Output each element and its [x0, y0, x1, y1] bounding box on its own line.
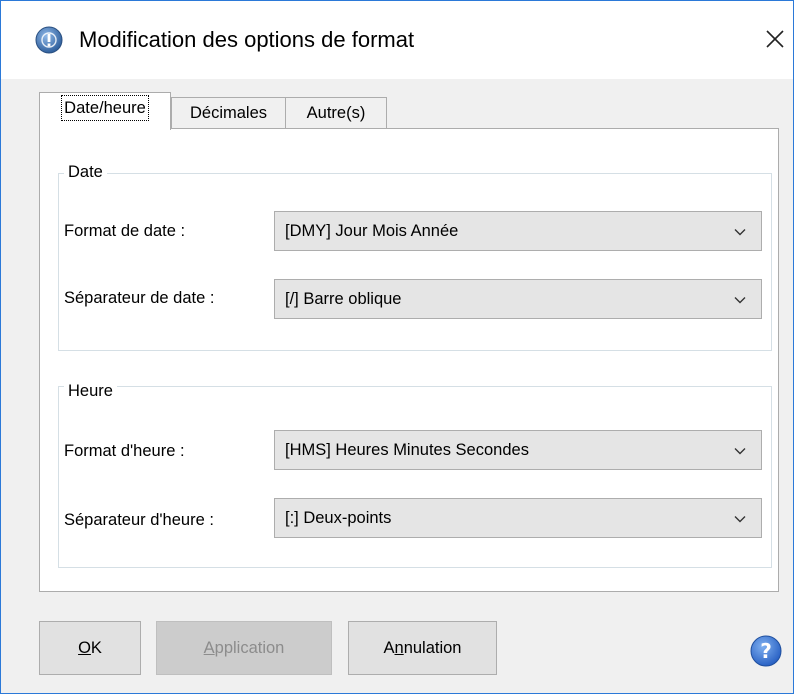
- cancel-mnemonic: n: [394, 639, 404, 657]
- apply-label-rest: pplication: [214, 639, 285, 657]
- help-button[interactable]: ?: [749, 634, 783, 668]
- title-bar: Modification des options de format: [1, 1, 793, 79]
- ok-label-rest: K: [90, 639, 102, 657]
- chevron-down-icon: [734, 448, 746, 455]
- help-icon: ?: [750, 635, 782, 667]
- time-group-title: Heure: [64, 380, 117, 402]
- tab-label: Décimales: [189, 104, 268, 122]
- cancel-button[interactable]: Annulation: [348, 621, 497, 675]
- tab-panel-date-heure: Date Format de date : [DMY] Jour Mois An…: [39, 128, 779, 592]
- svg-text:?: ?: [760, 639, 772, 663]
- tab-decimales[interactable]: Décimales: [171, 97, 286, 129]
- time-separator-select[interactable]: [:] Deux-points: [274, 498, 762, 538]
- time-group: [58, 386, 772, 568]
- time-format-select[interactable]: [HMS] Heures Minutes Secondes: [274, 430, 762, 470]
- date-format-value: [DMY] Jour Mois Année: [285, 222, 459, 240]
- ok-button[interactable]: OK: [39, 621, 141, 675]
- date-group-title: Date: [64, 161, 107, 183]
- time-format-value: [HMS] Heures Minutes Secondes: [285, 441, 529, 459]
- chevron-down-icon: [734, 229, 746, 236]
- tab-label: Autre(s): [306, 104, 366, 122]
- tab-label: Date/heure: [61, 95, 149, 121]
- date-separator-value: [/] Barre oblique: [285, 290, 402, 308]
- close-button[interactable]: [753, 17, 793, 61]
- cancel-label-rest: nulation: [403, 639, 462, 657]
- date-separator-label: Séparateur de date :: [64, 289, 215, 307]
- time-separator-label: Séparateur d'heure :: [64, 511, 214, 529]
- date-group: [58, 173, 772, 351]
- cancel-label-first: A: [383, 639, 395, 657]
- chevron-down-icon: [734, 297, 746, 304]
- date-format-label: Format de date :: [64, 222, 186, 240]
- app-icon: [35, 26, 63, 54]
- ok-mnemonic: O: [78, 639, 91, 657]
- tab-autres[interactable]: Autre(s): [285, 97, 387, 129]
- time-separator-value: [:] Deux-points: [285, 509, 392, 527]
- date-format-select[interactable]: [DMY] Jour Mois Année: [274, 211, 762, 251]
- tab-date-heure[interactable]: Date/heure: [39, 92, 171, 130]
- dialog-window: Modification des options de format Date/…: [0, 0, 794, 694]
- window-title: Modification des options de format: [79, 27, 415, 52]
- apply-mnemonic: A: [203, 639, 215, 657]
- chevron-down-icon: [734, 516, 746, 523]
- apply-button[interactable]: Application: [156, 621, 332, 675]
- date-separator-select[interactable]: [/] Barre oblique: [274, 279, 762, 319]
- close-icon: [766, 30, 784, 48]
- time-format-label: Format d'heure :: [64, 442, 185, 460]
